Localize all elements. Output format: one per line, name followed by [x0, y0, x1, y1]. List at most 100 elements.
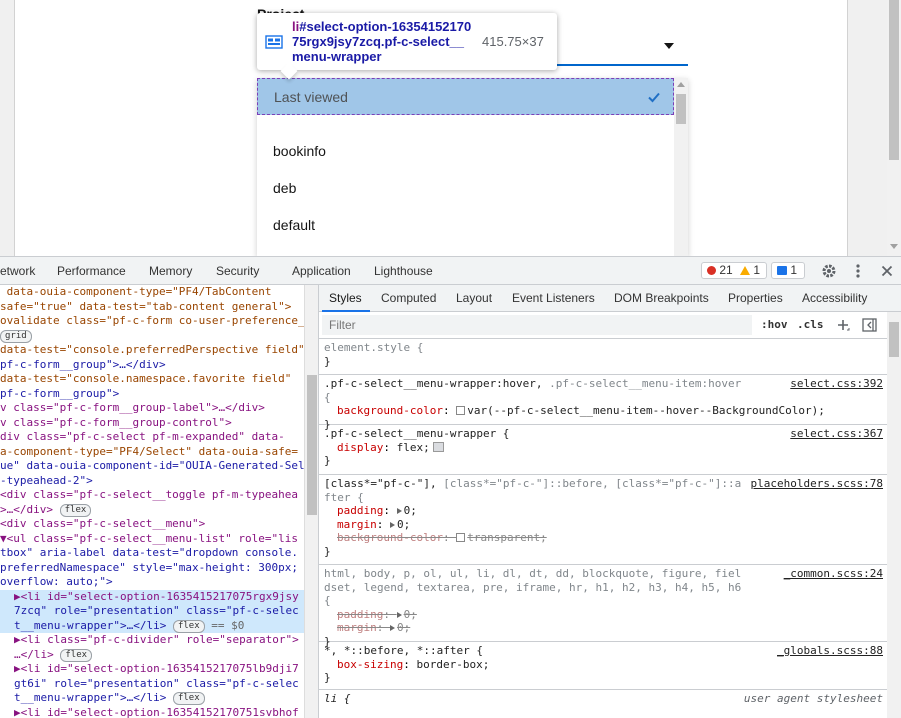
dom-line[interactable]: ue" data-ouia-component-id="OUIA-Generat… — [0, 459, 304, 474]
css-rule[interactable]: li { user agent stylesheet — [319, 690, 887, 718]
dom-line[interactable]: …</li> flex — [14, 648, 93, 663]
dom-line[interactable]: a-component-type="PF4/Select" data-ouia-… — [0, 445, 298, 460]
dom-line[interactable]: safe="true" data-test="tab-content gener… — [0, 300, 291, 315]
dom-line[interactable]: t__menu-wrapper">…</li> flex — [14, 691, 205, 706]
flex-badge[interactable]: flex — [59, 503, 92, 517]
console-ref: == $0 — [211, 618, 245, 632]
grid-badge[interactable]: grid — [0, 329, 32, 343]
dom-line[interactable]: grid — [0, 329, 32, 344]
tab-computed[interactable]: Computed — [381, 291, 436, 305]
dom-line[interactable]: ▶<li id="select-option-1635415217075lb9d… — [14, 662, 299, 677]
rule-source-link[interactable]: _common.scss:24 — [784, 567, 883, 581]
css-rule-element-style[interactable]: element.style { } — [319, 339, 887, 375]
flex-layout-icon — [265, 35, 283, 49]
tab-lighthouse[interactable]: Lighthouse — [374, 264, 433, 278]
close-icon[interactable] — [879, 263, 895, 279]
expand-icon[interactable] — [390, 521, 395, 528]
dom-line[interactable]: data-test="console.preferredPerspective … — [0, 343, 304, 358]
warning-icon — [740, 266, 751, 275]
dom-line[interactable]: pf-c-form__group"> — [0, 387, 119, 402]
selected-dom-node[interactable]: ▶<li id="select-option-1635415217075rgx9… — [0, 589, 304, 633]
rule-source-link[interactable]: select.css:367 — [790, 427, 883, 441]
dom-line[interactable]: ▶<li id="select-option-16354152170751svb… — [14, 706, 299, 718]
elements-scrollbar[interactable] — [304, 285, 318, 718]
menu-item-bookinfo[interactable]: bookinfo — [273, 143, 326, 159]
toggle-sidebar-icon[interactable] — [862, 318, 877, 332]
rule-source-link[interactable]: _globals.scss:88 — [777, 644, 883, 658]
tab-dom-breakpoints[interactable]: DOM Breakpoints — [614, 291, 709, 305]
menu-item-deb[interactable]: deb — [273, 180, 296, 196]
dom-line[interactable]: <div class="pf-c-select__toggle pf-m-typ… — [0, 488, 298, 503]
devtools-toolbar: etwork Performance Memory Security Appli… — [0, 257, 901, 285]
flex-badge[interactable]: flex — [60, 648, 93, 662]
rule-source-link[interactable]: select.css:392 — [790, 377, 883, 391]
styles-scrollbar-thumb[interactable] — [889, 322, 899, 357]
rule-source-label: user agent stylesheet — [743, 692, 883, 705]
dom-line[interactable]: gt6i" role="presentation" class="pf-c-se… — [14, 677, 299, 692]
rule-source-link[interactable]: placeholders.scss:78 — [751, 477, 883, 491]
tab-accessibility[interactable]: Accessibility — [802, 291, 867, 305]
dom-line[interactable]: v class="pf-c-form__group-control"> — [0, 416, 232, 431]
css-rule[interactable]: [class*="pf-c-"], [class*="pf-c-"]::befo… — [319, 475, 887, 565]
dom-line[interactable]: >…</div> flex — [0, 503, 92, 518]
elements-scrollbar-thumb[interactable] — [307, 375, 317, 515]
gear-icon[interactable] — [821, 263, 837, 279]
dom-line[interactable]: pf-c-form__group">…</div> — [0, 358, 166, 373]
css-rule[interactable]: *, *::before, *::after { _globals.scss:8… — [319, 642, 887, 690]
more-options-icon[interactable] — [850, 263, 866, 279]
expand-icon[interactable] — [396, 508, 402, 514]
cls-toggle[interactable]: .cls — [797, 318, 824, 331]
tab-event-listeners[interactable]: Event Listeners — [512, 291, 595, 305]
styles-filter-input[interactable]: Filter — [322, 315, 752, 335]
dom-line[interactable]: data-ouia-component-type="PF4/TabContent — [0, 285, 272, 300]
dom-line[interactable]: v class="pf-c-form__group-label">…</div> — [0, 401, 265, 416]
menu-item-last-viewed[interactable]: Last viewed — [274, 89, 348, 105]
check-icon — [648, 92, 660, 103]
page-scrollbar[interactable] — [887, 0, 901, 256]
menu-item-default[interactable]: default — [273, 217, 315, 233]
scroll-up-icon[interactable] — [677, 82, 685, 87]
styles-scrollbar[interactable] — [887, 312, 901, 718]
new-rule-icon[interactable] — [836, 318, 850, 332]
expand-icon[interactable] — [390, 625, 395, 631]
scroll-down-icon[interactable] — [890, 244, 898, 249]
inspected-element-highlight[interactable]: Last viewed — [257, 78, 674, 115]
color-swatch[interactable] — [456, 406, 466, 415]
flex-badge[interactable]: flex — [172, 692, 205, 705]
dom-line[interactable]: data-test="console.namespace.favorite fi… — [0, 372, 291, 387]
dom-line[interactable]: overflow: auto;"> — [0, 575, 113, 590]
messages-badge[interactable]: 1 — [771, 262, 805, 279]
dom-line[interactable]: -typeahead-2"> — [0, 474, 93, 489]
dom-line[interactable]: <div class="pf-c-select__menu"> — [0, 517, 205, 532]
tab-performance[interactable]: Performance — [57, 264, 126, 278]
dom-line[interactable]: ▼<ul class="pf-c-select__menu-list" role… — [0, 532, 298, 547]
styles-filter-bar: Filter :hov .cls — [319, 312, 887, 339]
menu-scrollbar-thumb[interactable] — [676, 94, 686, 124]
elements-tree: data-ouia-component-type="PF4/TabContent… — [0, 285, 304, 718]
menu-scrollbar[interactable] — [674, 78, 688, 256]
tab-memory[interactable]: Memory — [149, 264, 192, 278]
tab-security[interactable]: Security — [216, 264, 259, 278]
hov-toggle[interactable]: :hov — [761, 318, 788, 331]
css-rule[interactable]: html, body, p, ol, ul, li, dl, dt, dd, b… — [319, 565, 887, 648]
dom-line[interactable]: tbox" aria-label data-test="dropdown con… — [0, 546, 298, 561]
dom-line[interactable]: ovalidate class="pf-c-form co-user-prefe… — [0, 314, 304, 329]
tab-layout[interactable]: Layout — [456, 291, 492, 305]
page-scrollbar-thumb[interactable] — [889, 0, 899, 160]
dom-line[interactable]: ▶<li class="pf-c-divider" role="separato… — [14, 633, 299, 648]
dom-line[interactable]: div class="pf-c-select pf-m-expanded" da… — [0, 430, 285, 445]
css-rule[interactable]: .pf-c-select__menu-wrapper:hover, .pf-c-… — [319, 375, 887, 431]
tab-styles[interactable]: Styles — [329, 291, 362, 305]
color-swatch[interactable] — [456, 533, 466, 542]
caret-down-icon[interactable] — [664, 43, 674, 49]
filter-placeholder: Filter — [329, 318, 356, 332]
css-rule[interactable]: .pf-c-select__menu-wrapper { select.css:… — [319, 425, 887, 475]
tab-application[interactable]: Application — [292, 264, 351, 278]
expand-icon[interactable] — [396, 611, 402, 618]
issues-badge[interactable]: 21 1 — [701, 262, 767, 279]
dom-line[interactable]: preferredNamespace" style="max-height: 3… — [0, 561, 298, 576]
flex-badge[interactable]: flex — [172, 619, 205, 633]
flex-editor-icon[interactable] — [432, 441, 444, 452]
tab-network[interactable]: etwork — [0, 264, 35, 278]
tab-properties[interactable]: Properties — [728, 291, 783, 305]
